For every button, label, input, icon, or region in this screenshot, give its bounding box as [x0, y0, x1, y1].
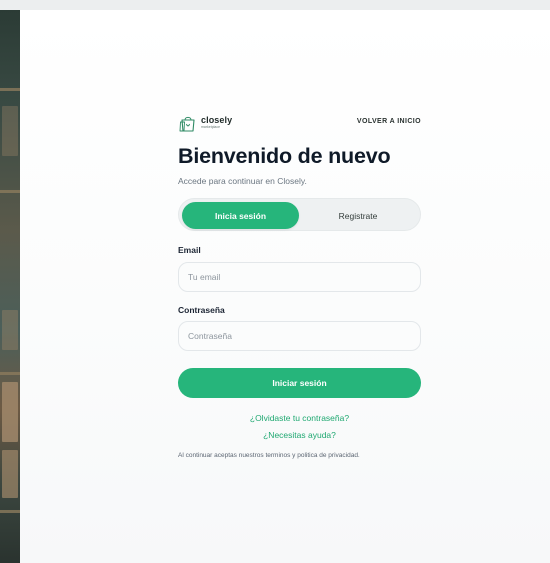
tab-login[interactable]: Inicia sesión — [182, 202, 299, 229]
photo-shelf — [0, 510, 20, 513]
photo-shelf — [0, 372, 20, 375]
photo-detail — [2, 382, 18, 442]
page-title: Bienvenido de nuevo — [178, 144, 391, 168]
photo-detail — [2, 450, 18, 498]
email-input[interactable] — [178, 261, 421, 292]
photo-shelf — [0, 190, 20, 193]
photo-shelf — [0, 88, 20, 91]
help-link[interactable]: ¿Necesitas ayuda? — [178, 430, 421, 440]
auth-mode-toggle: Inicia sesión Registrate — [178, 198, 421, 231]
photo-detail — [2, 310, 18, 350]
card-header: closely marketplace VOLVER A INICIO — [178, 112, 421, 134]
shopping-bag-icon — [179, 116, 195, 132]
brand-name: closely — [201, 115, 233, 126]
page-subtitle: Accede para continuar en Closely. — [178, 175, 307, 186]
brand-logo[interactable]: closely marketplace — [178, 112, 232, 134]
help-links: ¿Olvidaste tu contraseña? ¿Necesitas ayu… — [178, 414, 421, 439]
login-card: closely marketplace VOLVER A INICIO Bien… — [178, 112, 421, 460]
background-photo — [0, 10, 20, 563]
password-label: Contraseña — [178, 304, 225, 315]
brand-tagline: marketplace — [201, 125, 221, 130]
password-input[interactable] — [178, 321, 421, 351]
login-submit-button[interactable]: Iniciar sesión — [178, 368, 421, 398]
tab-register[interactable]: Registrate — [299, 202, 417, 229]
forgot-password-link[interactable]: ¿Olvidaste tu contraseña? — [178, 414, 421, 423]
back-home-link[interactable]: VOLVER A INICIO — [357, 118, 421, 125]
browser-top-strip — [0, 0, 550, 10]
email-label: Email — [178, 245, 201, 255]
photo-detail — [2, 106, 18, 156]
terms-text: Al continuar aceptas nuestros terminos y… — [178, 452, 360, 459]
brand-text: closely marketplace — [201, 116, 232, 130]
